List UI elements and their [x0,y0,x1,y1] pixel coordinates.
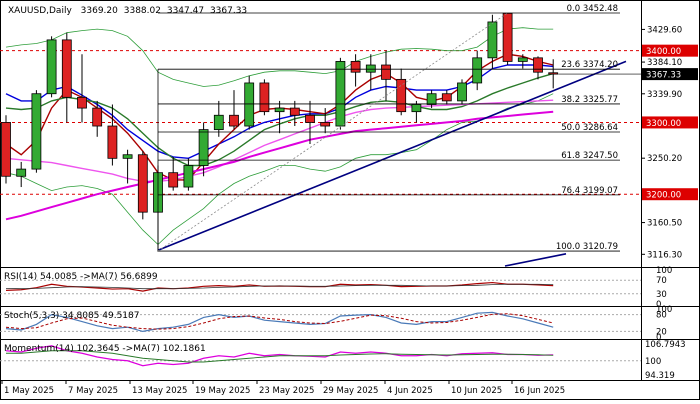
x-tick-label-1: 7 May 2025 [68,386,118,396]
candle-body-1 [16,168,27,177]
level-tag-text-1: 3300.00 [646,119,681,129]
y-tick-label-1: 3384.10 [647,58,682,68]
candle-body-15 [229,114,239,127]
candle-body-5 [77,96,87,109]
candle-body-12 [183,165,194,188]
candle-body-14 [213,114,224,131]
candle-body-8 [122,154,133,159]
candle-body-34 [517,57,528,62]
candle-body-35 [533,57,543,73]
y-tick-label-4: 3160.50 [647,219,682,229]
level-tag-text-2: 3200.00 [646,191,681,201]
momentum-tick-1: 100 [645,357,661,367]
ohlc-open: 3369.20 [81,6,118,16]
current-price-tag-text: 3367.33 [646,71,681,81]
candle-body-2 [31,93,42,170]
candle-body-4 [61,39,72,98]
candle-body-22 [335,61,346,127]
y-tick-label-3: 3250.20 [647,154,682,164]
candle-body-19 [289,107,300,116]
candle-body-31 [472,57,483,84]
price-chart: 0.0 3452.48 23.6 3374.20 38.2 3325.77 50.0 … [0,0,700,400]
candle-body-25 [381,64,391,80]
symbol-label: XAUUSD,Daily [8,6,72,16]
momentum-tick-2: 94.319 [645,371,675,381]
rsi-tick-1: 70 [656,276,667,286]
fib-label-2: 38.2 3325.77 [561,95,618,105]
chart-header: XAUUSD,Daily 3369.20 3388.02 3347.47 336… [8,6,247,16]
candle-body-36 [548,72,559,75]
candle-body-17 [259,82,270,113]
y-tick-label-2: 3339.90 [647,90,682,100]
candle-body-21 [320,122,331,127]
candle-body-3 [46,39,57,95]
fib-label-4: 61.8 3247.50 [561,151,618,161]
x-tick-label-3: 19 May 2025 [195,386,250,396]
candle-body-27 [411,104,422,113]
x-tick-label-5: 29 May 2025 [323,386,378,396]
fib-label-5: 76.4 3199.07 [561,186,618,196]
fib-label-1: 23.6 3374.20 [561,60,618,70]
x-tick-label-0: 1 May 2025 [4,386,54,396]
x-tick-label-8: 16 Jun 2025 [514,386,565,396]
fib-label-6: 100.0 3120.79 [556,242,618,252]
momentum-tick-0: 106.7943 [645,340,686,350]
candle-body-11 [168,172,179,188]
candle-body-33 [502,12,513,62]
candle-body-28 [426,93,437,105]
y-tick-label-5: 3116.30 [647,250,682,260]
candle-body-30 [457,82,467,102]
candle-body-23 [350,61,361,73]
x-tick-label-7: 10 Jun 2025 [451,386,502,396]
momentum-label: Momentum(14) 102.3645 ->MA(7) 102.1861 [4,344,206,354]
x-tick-label-2: 13 May 2025 [132,386,187,396]
candle-body-16 [244,82,255,127]
candle-body-0 [1,122,11,177]
rsi-tick-0: 100 [656,266,672,276]
fib-label-3: 50.0 3286.64 [561,123,618,133]
ohlc-high: 3388.02 [124,6,161,16]
candle-body-32 [487,21,498,59]
rsi-tick-2: 30 [656,290,667,300]
stoch-label: Stoch(5,3,3) 34.8085 49.5187 [4,311,139,321]
ohlc-close: 3367.33 [210,6,247,16]
y-tick-label-0: 3429.60 [647,25,682,35]
x-tick-label-4: 23 May 2025 [259,386,314,396]
candle-body-6 [92,107,103,127]
x-tick-label-6: 4 Jun 2025 [387,386,433,396]
candle-body-26 [396,78,407,113]
candle-body-20 [305,114,315,123]
fib-label-0: 0.0 3452.48 [567,4,618,14]
candle-body-9 [137,154,148,213]
level-tag-text-0: 3400.00 [646,47,681,57]
candle-body-24 [365,64,376,73]
candle-body-18 [274,107,285,113]
stoch-tick-1: 80 [656,311,667,321]
candle-body-29 [441,93,452,102]
rsi-label: RSI(14) 54.0085 ->MA(7) 56.6899 [4,272,158,282]
candle-body-7 [107,125,118,159]
ohlc-low: 3347.47 [167,6,204,16]
